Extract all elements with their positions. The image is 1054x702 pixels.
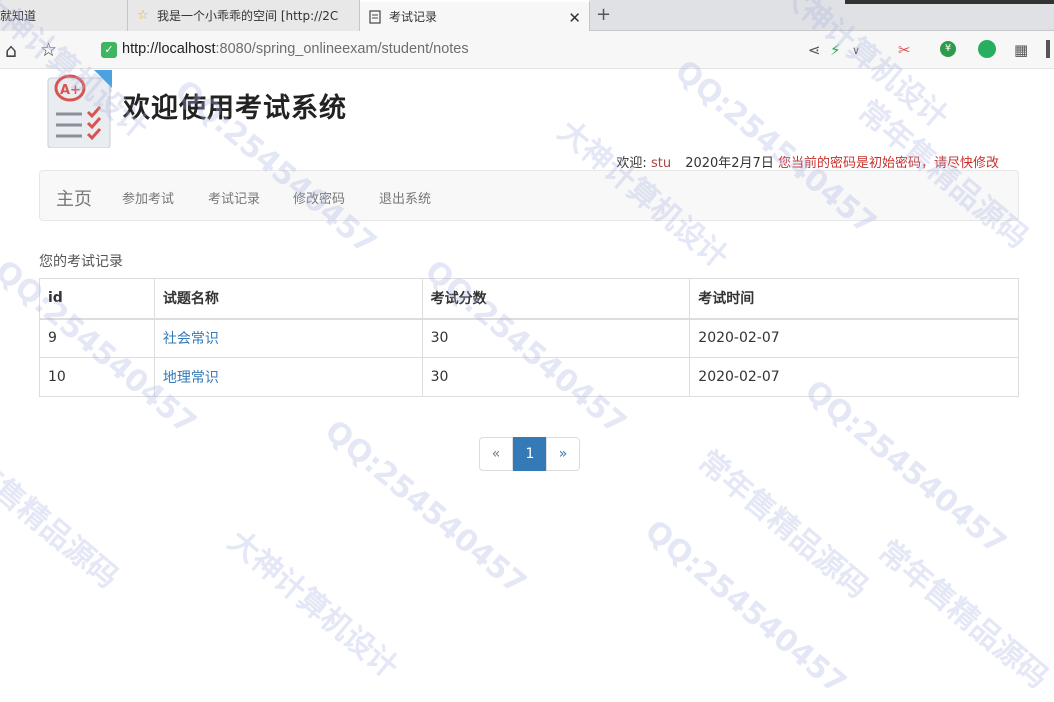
browser-tab-title: 考试记录	[389, 10, 438, 24]
column-header-id: id	[39, 278, 155, 320]
current-date: 2020年2月7日	[685, 156, 774, 171]
column-header-score: 考试分数	[421, 278, 691, 320]
watermark-text: 常年售精品源码	[0, 433, 125, 596]
user-status-bar: 欢迎: stu 2020年2月7日 您当前的密码是初始密码，请尽快修改	[616, 152, 999, 171]
records-section-title: 您的考试记录	[39, 254, 123, 270]
address-bar: ⌂ ☆ ✓ http://localhost:8080/spring_onlin…	[0, 31, 1054, 69]
column-header-time: 考试时间	[689, 278, 1019, 320]
watermark-text: QQ:254540457	[798, 373, 1013, 562]
cell-name: 地理常识	[153, 357, 423, 397]
extensions-icon[interactable]: ▦	[1014, 41, 1028, 59]
svg-text:A+: A+	[60, 83, 81, 98]
page-icon	[368, 9, 382, 24]
home-icon[interactable]: ⌂	[5, 40, 17, 62]
watermark-text: QQ:254540457	[638, 513, 853, 702]
nav-logout[interactable]: 退出系统	[379, 188, 431, 207]
lightning-icon[interactable]: ⚡	[830, 41, 841, 59]
nav-home[interactable]: 主页	[56, 185, 92, 211]
watermark-text: 常年售精品源码	[691, 443, 875, 606]
browser-tab-title: 我是一个小乖乖的空间 [http://2C	[157, 9, 339, 23]
share-icon[interactable]: ⋖	[808, 41, 821, 59]
browser-tab-bar: 就知道 ☆ 我是一个小乖乖的空间 [http://2C 考试记录 ✕ +	[0, 0, 1054, 31]
cell-time: 2020-02-07	[689, 357, 1019, 397]
chevron-down-icon[interactable]: ∨	[852, 44, 860, 57]
browser-tab-title: 就知道	[0, 9, 37, 23]
browser-tab-2[interactable]: ☆ 我是一个小乖乖的空间 [http://2C	[128, 0, 360, 31]
star-icon: ☆	[137, 8, 149, 23]
welcome-label: 欢迎:	[616, 156, 647, 171]
cell-name: 社会常识	[153, 318, 423, 358]
table-row: 10 地理常识 30 2020-02-07	[39, 357, 1019, 397]
chat-icon[interactable]	[978, 40, 996, 58]
pagination: « 1 »	[479, 437, 580, 471]
exam-logo-icon: A+	[46, 70, 112, 149]
scissors-icon[interactable]: ✂	[898, 41, 911, 59]
new-tab-icon[interactable]: +	[596, 4, 611, 25]
browser-tab-active[interactable]: 考试记录 ✕	[360, 0, 590, 31]
window-edge	[845, 0, 1054, 4]
pagination-prev-button[interactable]: «	[479, 437, 513, 471]
records-table: id 试题名称 考试分数 考试时间 9 社会常识 30 2020-02-07 1…	[39, 278, 1019, 397]
cell-id: 10	[39, 357, 155, 397]
watermark-text: 大神计算机设计	[221, 523, 405, 686]
exam-name-link[interactable]: 地理常识	[163, 370, 219, 386]
cell-score: 30	[421, 357, 691, 397]
nav-take-exam[interactable]: 参加考试	[122, 188, 174, 207]
exam-name-link[interactable]: 社会常识	[163, 331, 219, 347]
password-warning: 您当前的密码是初始密码，请尽快修改	[777, 156, 999, 171]
username: stu	[650, 156, 672, 171]
browser-tab-1[interactable]: 就知道	[0, 0, 128, 31]
close-tab-icon[interactable]: ✕	[568, 9, 581, 27]
column-header-name: 试题名称	[153, 278, 423, 320]
cell-id: 9	[39, 318, 155, 358]
pagination-next-button[interactable]: »	[546, 437, 580, 471]
pagination-page-1[interactable]: 1	[513, 437, 547, 471]
cell-time: 2020-02-07	[689, 318, 1019, 358]
url-host: http://localhost	[122, 41, 216, 57]
favorite-star-icon[interactable]: ☆	[40, 39, 57, 61]
nav-change-password[interactable]: 修改密码	[293, 188, 345, 207]
secure-shield-icon: ✓	[101, 42, 117, 58]
nav-exam-records[interactable]: 考试记录	[208, 188, 260, 207]
yen-icon[interactable]: ¥	[940, 41, 956, 57]
menu-edge-icon[interactable]	[1046, 40, 1050, 58]
table-header-row: id 试题名称 考试分数 考试时间	[39, 278, 1019, 320]
page-title: 欢迎使用考试系统	[123, 93, 347, 124]
main-navbar: 主页 参加考试 考试记录 修改密码 退出系统	[39, 170, 1019, 221]
watermark-text: 常年售精品源码	[871, 533, 1054, 696]
url-path: :8080/spring_onlineexam/student/notes	[215, 41, 469, 57]
cell-score: 30	[421, 318, 691, 358]
url-field[interactable]: http://localhost:8080/spring_onlineexam/…	[122, 41, 469, 57]
table-row: 9 社会常识 30 2020-02-07	[39, 318, 1019, 358]
